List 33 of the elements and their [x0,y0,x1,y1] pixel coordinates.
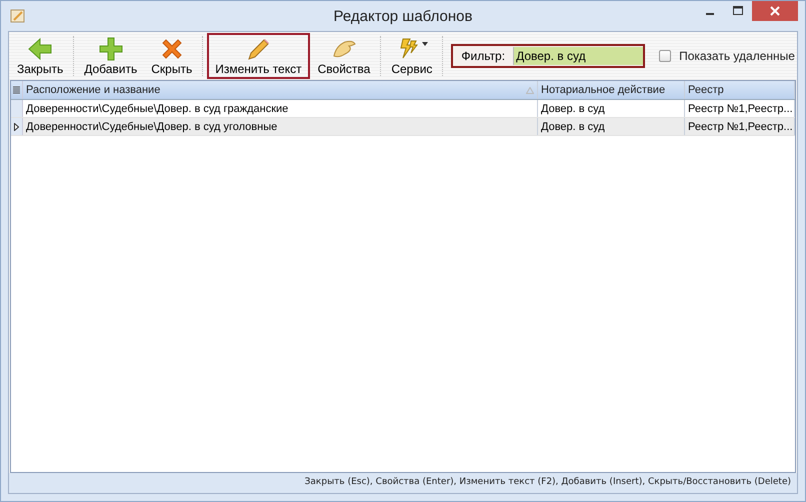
toolbar-button[interactable]: Сервис [385,33,438,79]
table-cell: Реестр №1,Реестр... [685,100,795,117]
close-icon [770,6,780,16]
toolbar-button[interactable]: Закрыть [11,33,70,79]
toolbar-button[interactable]: Скрыть [145,33,198,79]
filter-field[interactable]: Довер. в суд [513,47,644,65]
dropdown-arrow-icon [422,42,428,46]
toolbar-button[interactable]: Добавить [78,33,144,79]
show-deleted-checkbox[interactable]: Показать удаленные [659,49,795,63]
table-row[interactable]: Доверенности\Судебные\Довер. в суд уголовные Довер. в суд Реестр №1,Реестр... [11,118,795,136]
app-icon [10,8,26,24]
minimize-icon [706,13,714,15]
table-cell: Доверенности\Судебные\Довер. в суд уголовные [23,118,538,135]
status-bar: Закрыть (Esc), Свойства (Enter), Изменить текст (F2), Добавить (Insert), Скрыть/Восстановить (Delete) [9,473,797,493]
plus-icon [98,36,124,62]
column-header[interactable]: Нотариальное действие [538,81,685,99]
window-title: Редактор шаблонов [334,8,472,25]
column-header[interactable]: Расположение и название [23,81,538,99]
current-row-icon [14,122,19,130]
toolbar-button[interactable]: Свойства [312,33,376,79]
sort-ascending-icon [526,86,534,94]
table-cell: Доверенности\Судебные\Довер. в суд гражданские [23,100,538,117]
pencil-icon [245,36,272,62]
toolbar-button[interactable]: Изменить текст [207,33,310,79]
table-cell: Довер. в суд [538,118,685,135]
table-cell: Довер. в суд [538,100,685,117]
close-button[interactable] [752,1,798,21]
filter-label: Фильтр: [460,49,506,63]
column-chooser-icon [13,86,20,94]
table-cell: Реестр №1,Реестр... [685,118,795,135]
maximize-icon [733,6,743,16]
column-header[interactable]: Реестр [685,81,795,99]
arrow-left-icon [27,36,54,62]
